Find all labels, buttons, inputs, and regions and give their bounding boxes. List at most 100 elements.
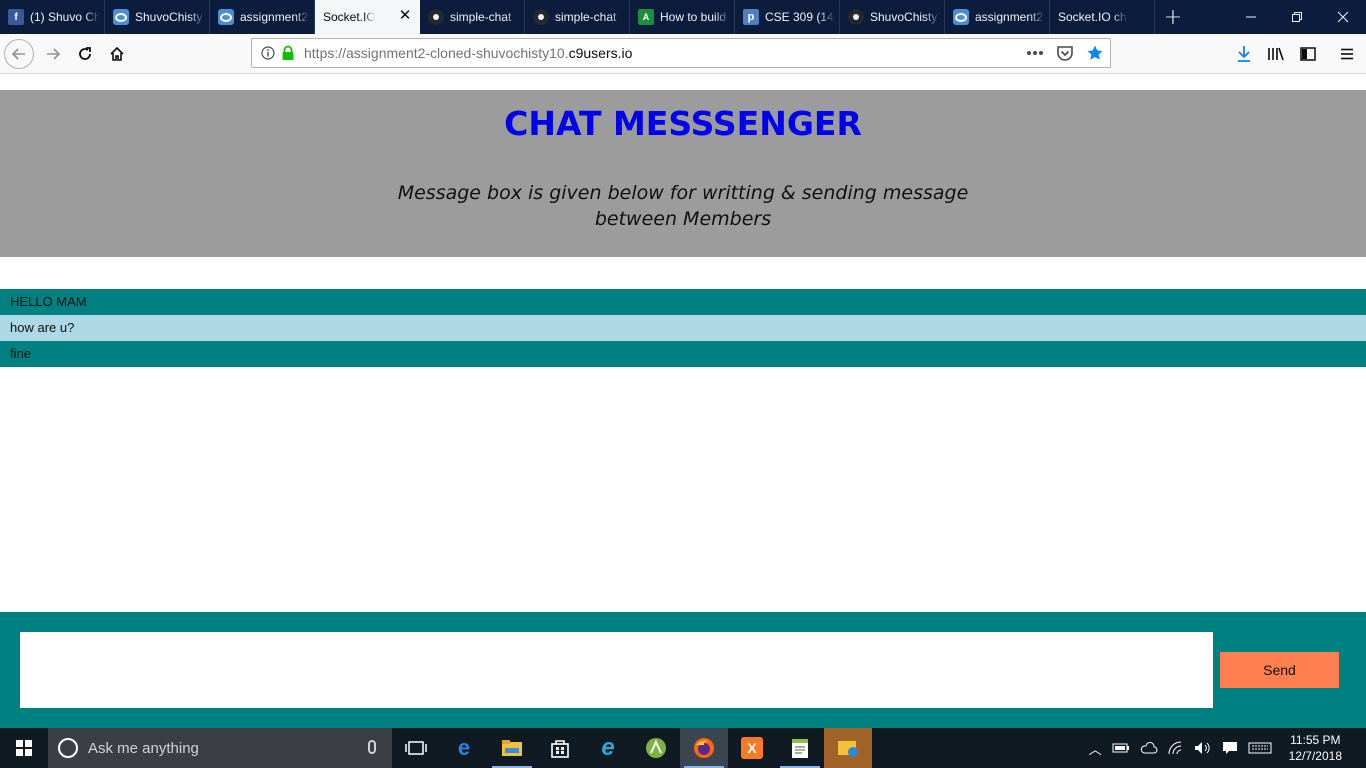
browser-tab[interactable]: p CSE 309 (14 [735,0,840,34]
tab-strip: f (1) Shuvo Chisty ShuvoChisty assignment2 S… [0,0,1366,34]
reload-icon [79,47,91,60]
close-icon [1337,11,1349,23]
taskbar-apps: e e X [392,728,872,768]
wifi-icon[interactable] [1168,741,1184,755]
github-icon [428,9,444,25]
start-button[interactable] [0,728,48,768]
tab-label: assignment2 [975,10,1044,24]
keyboard-icon[interactable] [1248,742,1272,754]
tab-label: ShuvoChisty [135,10,203,24]
tab-label: simple-chat [555,10,617,24]
restore-button[interactable] [1274,0,1320,34]
minimize-button[interactable] [1228,0,1274,34]
browser-tab[interactable]: ShuvoChisty [840,0,945,34]
arrow-left-icon [11,48,25,60]
new-tab-button[interactable]: + [1155,0,1191,34]
task-view-icon [405,741,427,755]
more-actions-icon[interactable] [1026,50,1044,56]
tab-close-icon[interactable]: ✕ [398,8,412,23]
info-icon[interactable] [261,46,275,60]
library-icon [1268,47,1284,61]
bookmark-star-icon[interactable] [1086,44,1104,62]
windows-taskbar: Ask me anything e e X ︿ 11:55 PM 12/7/20… [0,728,1366,768]
sidebar-icon [1300,47,1316,61]
edge-taskbar-button[interactable]: e [440,728,488,768]
chat-message: HELLO MAM [0,289,1366,315]
url-bar[interactable]: https://assignment2-cloned-shuvochisty10… [251,38,1111,68]
internet-explorer-icon: e [601,734,615,761]
browser-tab[interactable]: simple-chat [420,0,525,34]
message-input[interactable] [20,632,1213,708]
send-button[interactable]: Send [1220,652,1339,688]
clock[interactable]: 11:55 PM 12/7/2018 [1289,732,1342,764]
tab-label: Socket.IO chat [323,10,375,24]
notepad-plus-taskbar-button[interactable] [776,728,824,768]
folder-icon [502,740,522,756]
minimize-icon [1246,16,1256,18]
windows-logo-icon [16,740,32,756]
download-icon [1238,46,1250,62]
lock-icon[interactable] [281,45,295,61]
browser-tab[interactable]: simple-chat [525,0,630,34]
task-view-button[interactable] [392,728,440,768]
tab-label: simple-chat [450,10,512,24]
cloud-sync-icon[interactable] [1140,741,1158,755]
file-explorer-taskbar-button[interactable] [488,728,536,768]
firefox-icon [694,738,714,758]
internet-explorer-taskbar-button[interactable]: e [584,728,632,768]
library-button[interactable] [1261,39,1291,69]
show-desktop-button[interactable] [1350,728,1366,768]
cloud9-icon [953,9,969,25]
pinned-app-taskbar-button[interactable] [824,728,872,768]
tab-label: (1) Shuvo Chisty [30,10,100,24]
page-header: CHAT MESSSENGER Message box is given bel… [0,90,1366,257]
restore-icon [1292,12,1302,22]
page-subtitle: Message box is given below for writting … [397,182,969,230]
browser-tab[interactable]: Socket.IO chat [1050,0,1155,34]
downloads-button[interactable] [1229,39,1259,69]
message-icon[interactable] [1222,741,1238,755]
battery-icon[interactable] [1112,742,1130,754]
page-title: CHAT MESSSENGER [504,104,862,143]
notepad-plus-icon [792,739,808,758]
tab-list: f (1) Shuvo Chisty ShuvoChisty assignment2 S… [0,0,1155,34]
tab-label: CSE 309 (14 [765,10,834,24]
home-icon [110,46,124,61]
tab-label: ShuvoChisty [870,10,938,24]
arrow-right-icon [47,48,61,60]
edge-icon: e [457,735,471,760]
browser-tab[interactable]: assignment2 [945,0,1050,34]
tab-label: How to build [660,10,727,24]
microphone-icon[interactable] [368,740,376,754]
firefox-taskbar-button[interactable] [680,728,728,768]
url-text[interactable]: https://assignment2-cloned-shuvochisty10… [304,45,632,61]
home-button[interactable] [102,39,132,69]
hamburger-menu-icon [1341,48,1353,60]
menu-button[interactable] [1332,39,1362,69]
store-taskbar-button[interactable] [536,728,584,768]
tab-label: assignment2 [240,10,309,24]
android-studio-icon: A [638,9,654,25]
url-actions [1026,39,1104,67]
reload-button[interactable] [70,39,100,69]
browser-tab[interactable]: ShuvoChisty [105,0,210,34]
android-studio-taskbar-button[interactable] [632,728,680,768]
browser-tab[interactable]: f (1) Shuvo Chisty [0,0,105,34]
github-icon [848,9,864,25]
cortana-icon [58,738,78,758]
github-icon [533,9,549,25]
xampp-icon: X [741,737,763,759]
folder-network-icon [838,741,858,757]
close-window-button[interactable] [1320,0,1366,34]
xampp-taskbar-button[interactable]: X [728,728,776,768]
volume-icon[interactable] [1194,741,1212,755]
sidebar-button[interactable] [1293,39,1323,69]
forward-button[interactable] [38,39,68,69]
cortana-search-box[interactable]: Ask me anything [48,728,392,768]
pocket-icon[interactable] [1056,44,1074,62]
back-button[interactable] [4,39,34,69]
browser-tab[interactable]: assignment2 [210,0,315,34]
browser-tab[interactable]: Socket.IO chat ✕ [315,0,420,34]
browser-tab[interactable]: A How to build [630,0,735,34]
chevron-up-icon[interactable]: ︿ [1089,739,1102,758]
